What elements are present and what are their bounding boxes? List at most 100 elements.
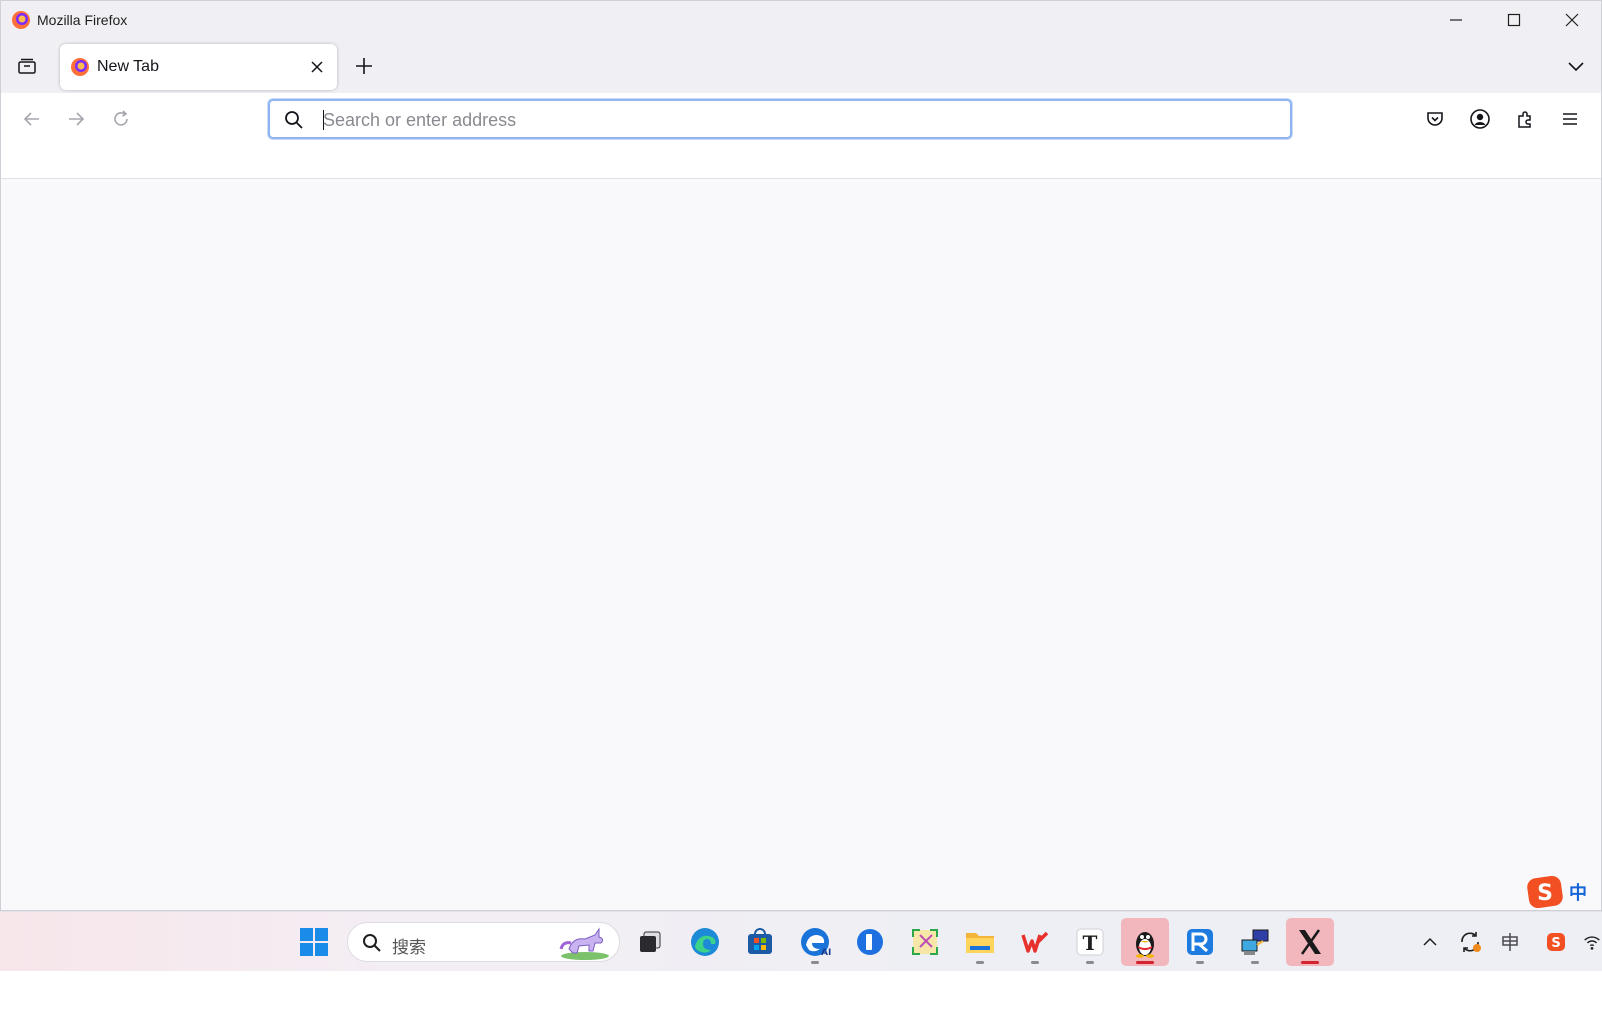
x-icon: [1299, 929, 1321, 955]
running-indicator: [976, 961, 984, 964]
window-title: Mozilla Firefox: [37, 12, 128, 28]
taskbar: 搜索 AI T S: [0, 911, 1602, 971]
list-all-tabs-button[interactable]: [11, 51, 43, 81]
snipping-icon: [912, 929, 938, 955]
app-menu-button[interactable]: [1554, 103, 1586, 135]
blue-r-icon: [1187, 929, 1213, 955]
list-tabs-dropdown[interactable]: [1561, 51, 1591, 81]
sogou-tray-button[interactable]: S: [1542, 928, 1570, 956]
close-window-button[interactable]: [1543, 1, 1601, 39]
file-explorer-button[interactable]: [956, 918, 1004, 966]
running-indicator: [1196, 961, 1204, 964]
x-app-button[interactable]: [1286, 918, 1334, 966]
svg-text:AI: AI: [821, 948, 831, 958]
svg-text:T: T: [1083, 931, 1098, 955]
microsoft-store-button[interactable]: [736, 918, 784, 966]
browser-window: Mozilla Firefox New Tab Search or enter …: [0, 0, 1602, 911]
page-content: S 中: [1, 180, 1601, 910]
input-layout-button[interactable]: [1496, 928, 1524, 956]
sync-tray-button[interactable]: [1456, 928, 1484, 956]
store-icon: [748, 928, 772, 954]
navigation-toolbar: [1, 93, 1601, 179]
chevron-down-icon: [1568, 62, 1584, 72]
new-tab-button[interactable]: [349, 51, 379, 81]
running-indicator: [811, 961, 819, 964]
taskbar-search-label: 搜索: [392, 938, 426, 958]
account-button[interactable]: [1464, 103, 1496, 135]
wifi-icon: [1584, 936, 1600, 950]
qq-penguin-icon: [1136, 932, 1154, 958]
snipping-tool-button[interactable]: [901, 918, 949, 966]
tab-label: New Tab: [97, 58, 159, 75]
edge-ai-button[interactable]: AI: [791, 918, 839, 966]
address-input[interactable]: [323, 107, 1263, 133]
taskbar-search[interactable]: 搜索: [347, 922, 620, 962]
sogou-tray-icon: S: [1547, 933, 1565, 951]
account-icon: [1470, 109, 1490, 129]
wps-icon: [1021, 931, 1049, 953]
address-bar[interactable]: [268, 99, 1292, 139]
reload-button[interactable]: [105, 103, 137, 135]
pocket-icon: [1427, 112, 1443, 126]
t-icon: T: [1076, 928, 1104, 956]
task-view-button[interactable]: [626, 918, 674, 966]
wps-button[interactable]: [1011, 918, 1059, 966]
maximize-button[interactable]: [1485, 1, 1543, 39]
extensions-icon: [1518, 111, 1531, 128]
ime-mode-label: 中: [1569, 883, 1587, 904]
typora-button[interactable]: T: [1066, 918, 1114, 966]
forward-button[interactable]: [60, 103, 92, 135]
edge-ai-icon: AI: [801, 928, 831, 958]
running-indicator: [1136, 961, 1154, 964]
keyboard-layout-icon: [1502, 933, 1518, 951]
offscreen-area: [0, 971, 1602, 1011]
extensions-button[interactable]: [1509, 103, 1541, 135]
tab-strip: New Tab: [1, 39, 1601, 93]
text-caret: [323, 110, 324, 130]
qq-button[interactable]: [1121, 918, 1169, 966]
close-icon: [311, 61, 323, 73]
blue-l-icon: [857, 929, 883, 955]
close-tab-button[interactable]: [305, 55, 329, 79]
app-l-button[interactable]: [846, 918, 894, 966]
close-icon: [1565, 13, 1579, 27]
remote-desktop-button[interactable]: [1231, 918, 1279, 966]
minimize-button[interactable]: [1427, 1, 1485, 39]
network-pc-icon: [1241, 929, 1269, 955]
network-tray-button[interactable]: [1582, 928, 1602, 956]
unicorn-highlight-icon: [559, 927, 609, 960]
edge-button[interactable]: [681, 918, 729, 966]
windows-start-icon: [300, 928, 328, 956]
edge-icon: [691, 928, 719, 956]
show-hidden-icons-button[interactable]: [1416, 928, 1444, 956]
back-button[interactable]: [16, 103, 48, 135]
menu-icon: [1563, 113, 1577, 125]
maximize-icon: [1507, 13, 1521, 27]
tab-new-tab[interactable]: New Tab: [60, 44, 337, 90]
ime-status[interactable]: S 中: [1525, 873, 1601, 910]
minimize-icon: [1450, 19, 1462, 21]
sync-icon: [1461, 932, 1481, 952]
folder-icon: [966, 933, 994, 953]
start-button[interactable]: [290, 918, 338, 966]
search-icon: [363, 934, 381, 952]
svg-text:S: S: [1551, 936, 1560, 951]
firefox-icon: [12, 11, 30, 29]
running-indicator: [1086, 961, 1094, 964]
running-indicator: [1251, 961, 1259, 964]
svg-text:S: S: [1537, 881, 1553, 906]
reload-icon: [114, 110, 128, 126]
tab-manager-icon: [18, 58, 36, 74]
task-view-icon: [640, 931, 661, 952]
search-icon: [285, 111, 303, 129]
chevron-up-icon: [1423, 937, 1437, 946]
arrow-right-icon: [69, 112, 85, 126]
running-indicator: [1301, 961, 1319, 964]
firefox-icon: [71, 58, 89, 76]
sogou-ime-icon: S: [1527, 875, 1563, 909]
title-bar: Mozilla Firefox: [1, 1, 1601, 39]
save-to-pocket-button[interactable]: [1419, 103, 1451, 135]
app-r-button[interactable]: [1176, 918, 1224, 966]
plus-icon: [356, 58, 372, 74]
running-indicator: [1031, 961, 1039, 964]
